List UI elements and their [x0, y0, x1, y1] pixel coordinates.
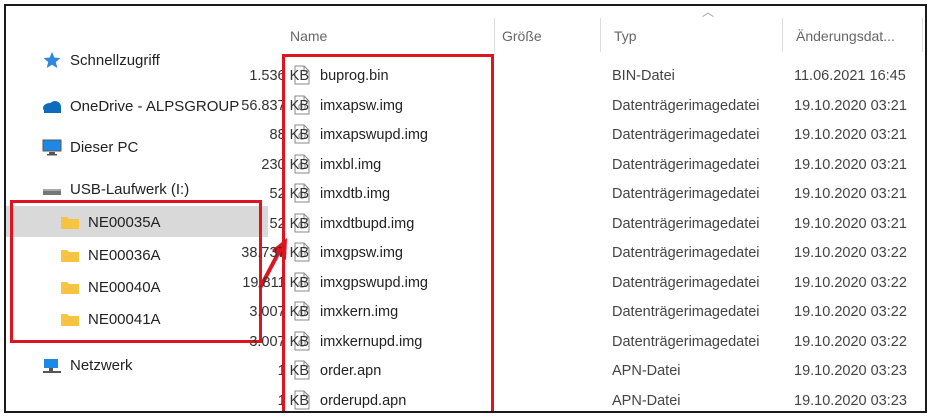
file-type: Datenträgerimagedatei — [612, 215, 760, 232]
file-date: 19.10.2020 03:21 — [794, 156, 907, 173]
file-type: BIN-Datei — [612, 68, 675, 84]
column-separator[interactable] — [600, 18, 601, 52]
nav-onedrive[interactable]: OneDrive - ALPSGROUP — [42, 97, 239, 115]
file-date: 19.10.2020 03:21 — [794, 127, 907, 143]
sort-ascending-icon[interactable]: ︿ — [702, 6, 714, 20]
column-separator[interactable] — [922, 18, 923, 52]
file-type: Datenträgerimagedatei — [612, 304, 760, 320]
nav-usb-drive-label: USB-Laufwerk (I:) — [70, 180, 190, 198]
files-highlight-box — [282, 54, 494, 411]
file-list: ︿ Name Größe Typ Änderungsdat... buprog.… — [241, 6, 925, 411]
file-type: Datenträgerimagedatei — [612, 97, 760, 114]
file-date: 19.10.2020 03:21 — [794, 186, 907, 202]
nav-quick-access-label: Schnellzugriff — [70, 51, 160, 69]
cloud-icon — [43, 101, 61, 113]
nav-usb-drive[interactable]: USB-Laufwerk (I:) — [42, 180, 189, 198]
column-separator[interactable] — [782, 18, 783, 52]
file-date: 19.10.2020 03:23 — [794, 363, 907, 379]
column-header-date[interactable]: Änderungsdat... — [796, 28, 895, 44]
nav-this-pc[interactable]: Dieser PC — [42, 138, 138, 156]
file-date: 19.10.2020 03:22 — [794, 245, 907, 261]
column-header-type[interactable]: Typ — [614, 28, 637, 44]
column-header-size[interactable]: Größe — [502, 28, 542, 44]
file-date: 19.10.2020 03:23 — [794, 392, 907, 409]
file-date: 19.10.2020 03:22 — [794, 274, 907, 291]
file-date: 19.10.2020 03:21 — [794, 97, 907, 114]
file-type: Datenträgerimagedatei — [612, 333, 760, 350]
file-date: 19.10.2020 03:21 — [794, 215, 907, 232]
file-type: Datenträgerimagedatei — [612, 127, 760, 143]
network-icon — [43, 359, 61, 373]
file-type: APN-Datei — [612, 392, 681, 409]
column-separator[interactable] — [494, 18, 495, 52]
nav-network[interactable]: Netzwerk — [42, 356, 133, 374]
star-icon — [43, 52, 61, 68]
file-date: 19.10.2020 03:22 — [794, 304, 907, 320]
file-type: Datenträgerimagedatei — [612, 274, 760, 291]
file-type: Datenträgerimagedatei — [612, 186, 760, 202]
nav-quick-access[interactable]: Schnellzugriff — [42, 51, 160, 69]
usb-drive-icon — [43, 189, 61, 195]
file-date: 11.06.2021 16:45 — [794, 68, 906, 84]
file-date: 19.10.2020 03:22 — [794, 333, 907, 350]
navigation-pane: Schnellzugriff OneDrive - ALPSGROUP Dies… — [6, 6, 274, 411]
file-type: APN-Datei — [612, 363, 681, 379]
file-type: Datenträgerimagedatei — [612, 245, 760, 261]
nav-network-label: Netzwerk — [70, 356, 133, 374]
file-explorer-window: Schnellzugriff OneDrive - ALPSGROUP Dies… — [4, 4, 927, 413]
folders-highlight-box — [10, 200, 262, 343]
monitor-icon — [42, 139, 62, 156]
column-header-name[interactable]: Name — [290, 28, 327, 44]
nav-onedrive-label: OneDrive - ALPSGROUP — [70, 97, 240, 115]
file-type: Datenträgerimagedatei — [612, 156, 760, 173]
nav-this-pc-label: Dieser PC — [70, 138, 139, 156]
